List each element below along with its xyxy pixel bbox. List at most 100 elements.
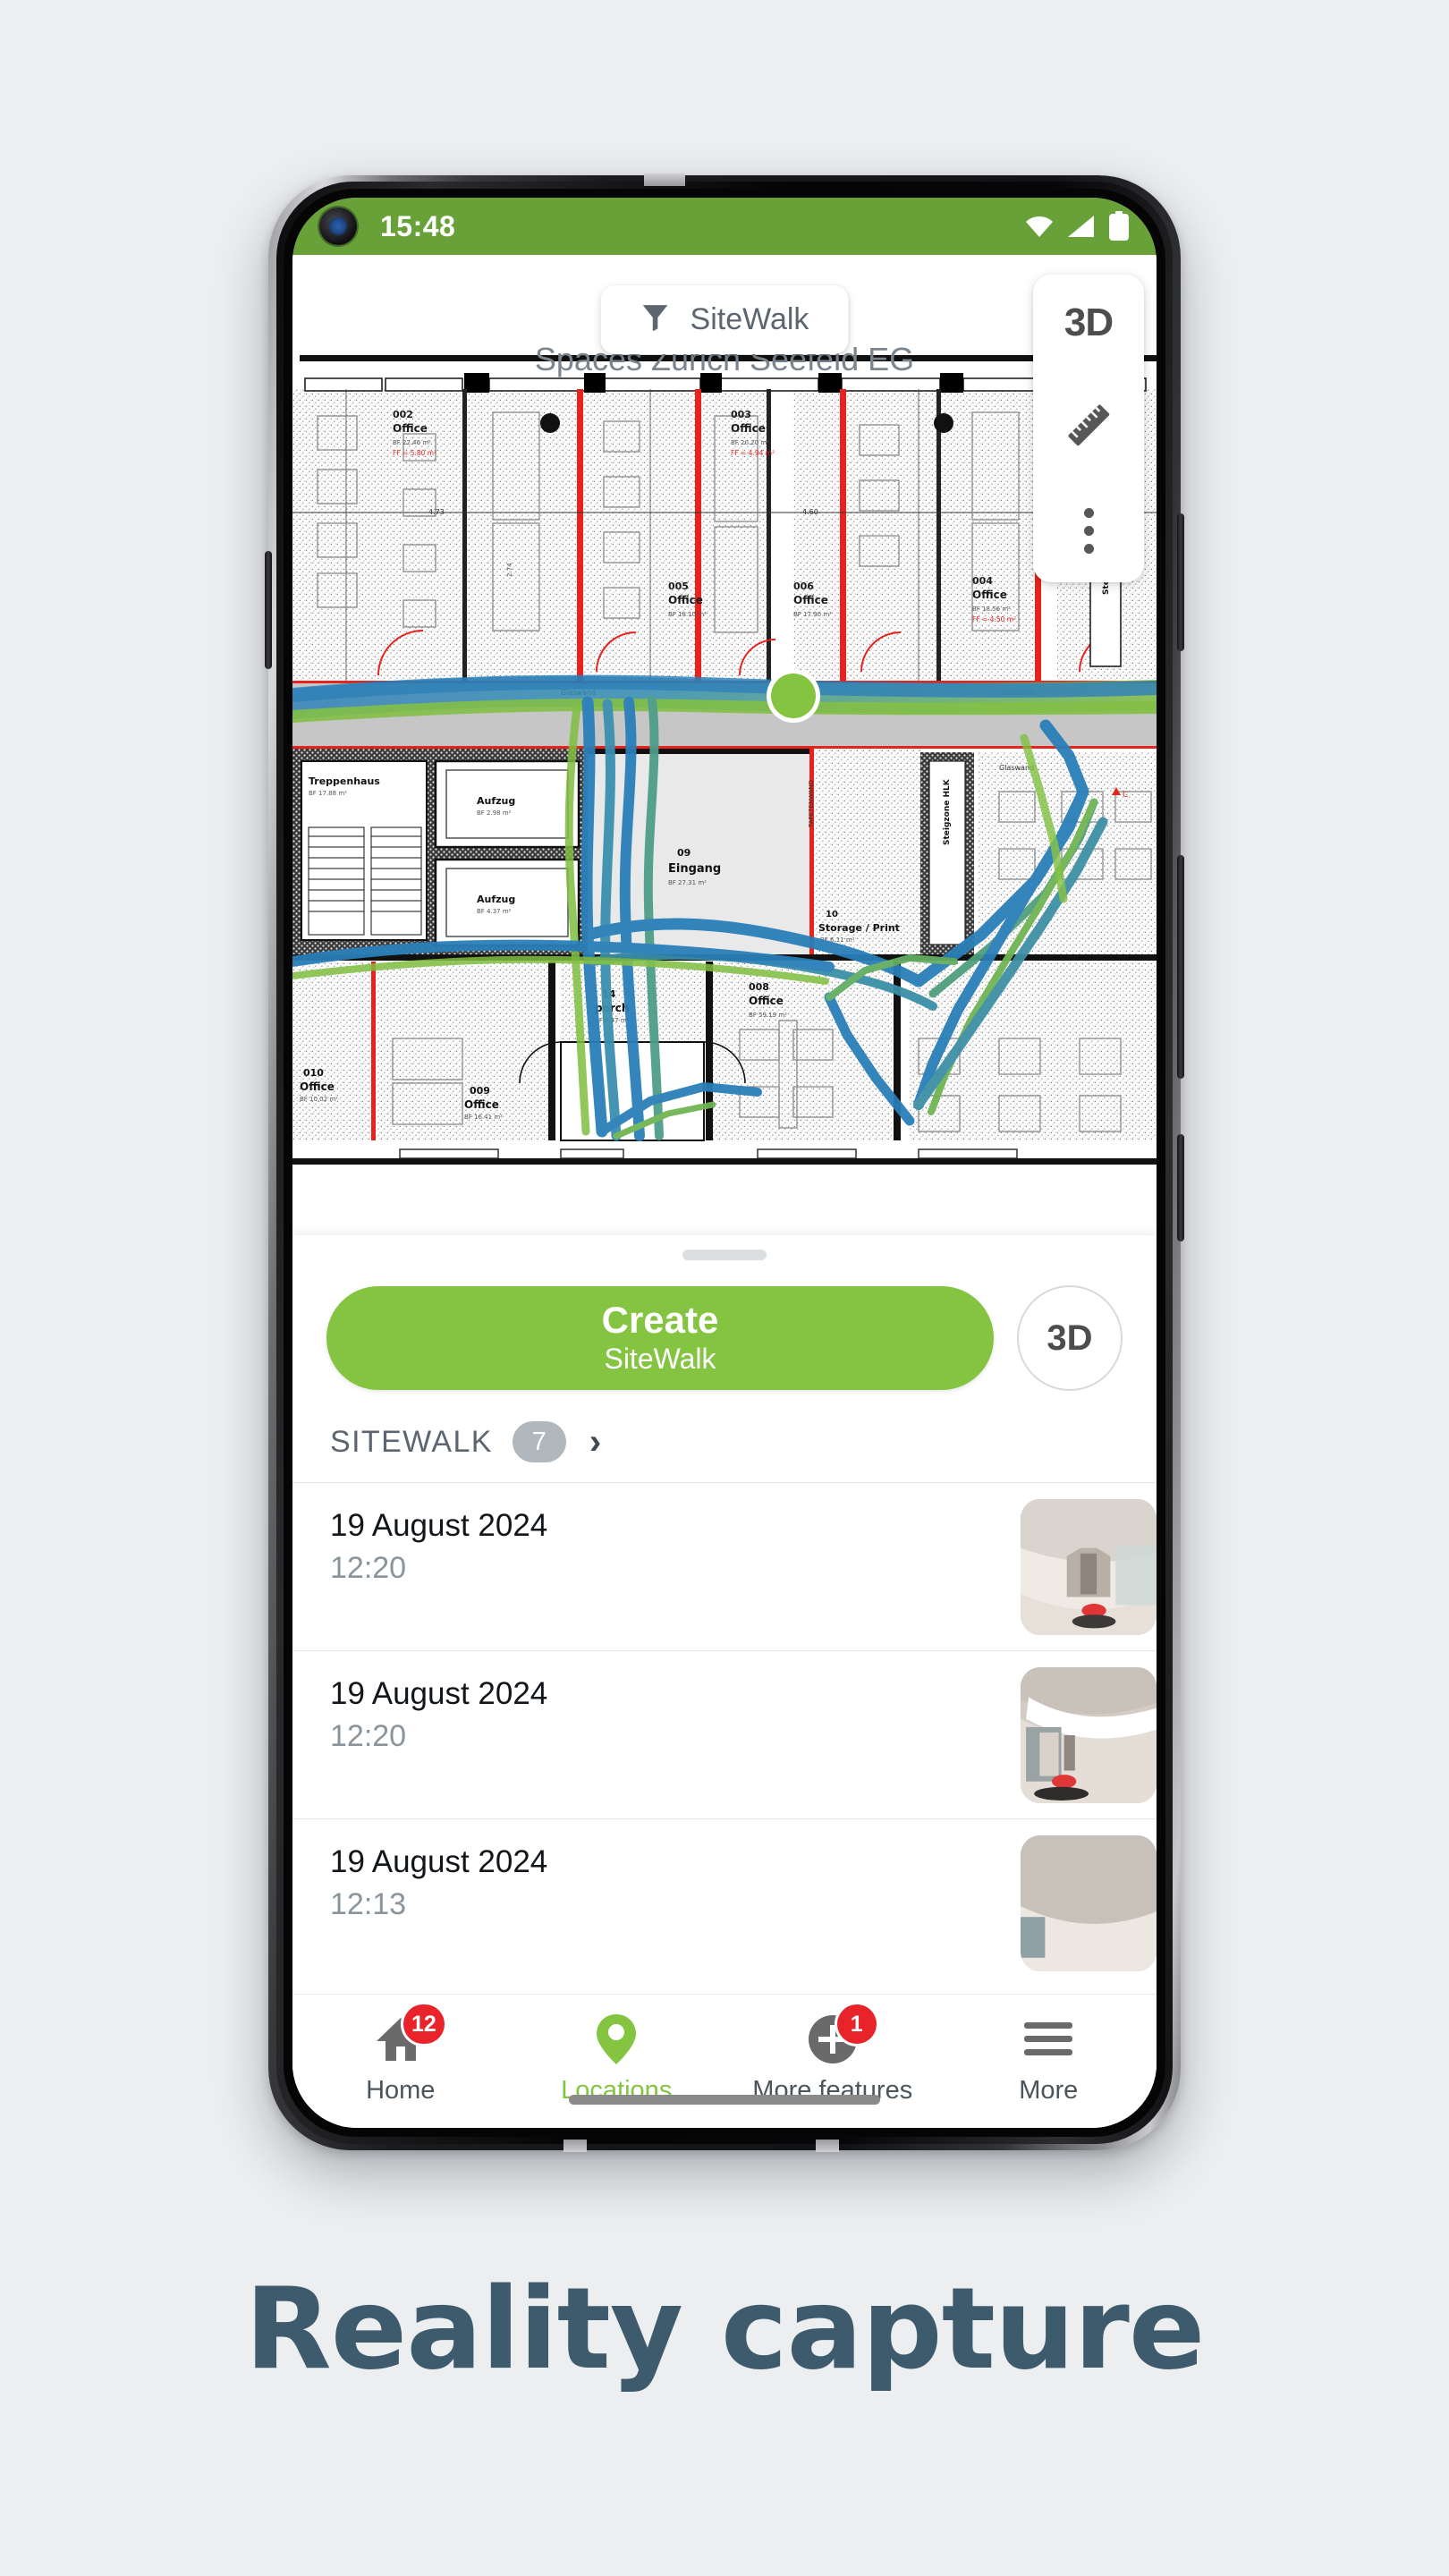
front-camera-icon bbox=[319, 208, 357, 245]
svg-text:Office: Office bbox=[464, 1098, 499, 1111]
map-pin-icon bbox=[583, 2012, 649, 2067]
svg-text:FF = 4.94 m²: FF = 4.94 m² bbox=[731, 449, 775, 457]
antenna-band-top bbox=[644, 174, 685, 186]
create-sitewalk-button[interactable]: Create SiteWalk bbox=[326, 1286, 994, 1390]
bottom-sheet: Create SiteWalk 3D SITEWALK 7 › 19 Augus… bbox=[292, 1235, 1157, 2128]
status-icons bbox=[1024, 211, 1130, 242]
page-caption: Reality capture bbox=[244, 2263, 1206, 2394]
floorplan-map[interactable]: 002 Office BF 22.46 m² FF = 5.80 m² 003 … bbox=[292, 255, 1157, 1235]
section-title: SITEWALK bbox=[330, 1424, 493, 1459]
nav-item-locations[interactable]: Locations bbox=[509, 2012, 725, 2106]
svg-text:BF 59.19 m²: BF 59.19 m² bbox=[749, 1012, 787, 1019]
svg-text:010: 010 bbox=[303, 1067, 324, 1079]
battery-icon bbox=[1108, 211, 1130, 242]
svg-text:Aufzug: Aufzug bbox=[477, 894, 515, 905]
antenna-band-bottom-right bbox=[816, 2140, 839, 2152]
svg-text:BF 16.41 m²: BF 16.41 m² bbox=[464, 1114, 503, 1121]
svg-text:002: 002 bbox=[393, 409, 413, 420]
panorama-thumbnail[interactable] bbox=[1021, 1667, 1157, 1803]
svg-text:TAPETENWAND: TAPETENWAND bbox=[808, 780, 815, 828]
sitewalk-count-badge: 7 bbox=[512, 1421, 566, 1462]
status-bar: 15:48 bbox=[292, 198, 1157, 255]
create-button-subtitle: SiteWalk bbox=[604, 1342, 716, 1375]
svg-text:2.74: 2.74 bbox=[506, 563, 513, 577]
chevron-right-icon[interactable]: › bbox=[589, 1424, 601, 1460]
sitewalk-section-header[interactable]: SITEWALK 7 › bbox=[292, 1421, 1157, 1482]
svg-text:BF 17.90 m²: BF 17.90 m² bbox=[793, 611, 832, 618]
svg-text:Office: Office bbox=[793, 594, 828, 606]
svg-text:BF 2.98 m²: BF 2.98 m² bbox=[477, 809, 512, 817]
svg-text:Office: Office bbox=[972, 589, 1007, 601]
view-3d-button[interactable]: 3D bbox=[1017, 1285, 1123, 1391]
sitewalk-list: 19 August 2024 12:20 19 August 2024 12:2… bbox=[292, 1482, 1157, 1994]
svg-text:003: 003 bbox=[731, 409, 751, 420]
three-dots-icon bbox=[1083, 507, 1094, 554]
panorama-thumbnail[interactable] bbox=[1021, 1499, 1157, 1635]
home-icon: 12 bbox=[368, 2004, 445, 2067]
svg-text:006: 006 bbox=[793, 580, 814, 592]
svg-text:BF 18.10 m²: BF 18.10 m² bbox=[668, 611, 707, 618]
side-button-lower[interactable] bbox=[1177, 1134, 1184, 1241]
ruler-icon bbox=[1061, 397, 1116, 457]
svg-text:FF = 5.80 m²: FF = 5.80 m² bbox=[393, 449, 436, 457]
floorplan-drawing: 002 Office BF 22.46 m² FF = 5.80 m² 003 … bbox=[292, 255, 1157, 1235]
nav-item-home[interactable]: 12 Home bbox=[292, 2004, 509, 2106]
svg-text:4.60: 4.60 bbox=[802, 508, 818, 516]
wifi-icon bbox=[1024, 215, 1055, 238]
list-item[interactable]: 19 August 2024 12:20 bbox=[292, 1482, 1157, 1650]
volume-button[interactable] bbox=[1177, 855, 1184, 1079]
svg-text:BF 27.31 m²: BF 27.31 m² bbox=[668, 879, 707, 886]
measure-tool-button[interactable] bbox=[1047, 394, 1130, 459]
svg-text:BF 10.02 m²: BF 10.02 m² bbox=[300, 1096, 338, 1103]
svg-text:004: 004 bbox=[972, 575, 993, 587]
svg-text:4.73: 4.73 bbox=[428, 508, 445, 516]
svg-text:BF 17.88 m²: BF 17.88 m² bbox=[309, 790, 347, 797]
home-indicator[interactable] bbox=[569, 2095, 880, 2105]
sitewalk-filter-chip[interactable]: SiteWalk bbox=[600, 285, 849, 354]
svg-text:009: 009 bbox=[470, 1085, 490, 1097]
list-item[interactable]: 19 August 2024 12:13 bbox=[292, 1818, 1157, 1987]
home-badge: 12 bbox=[402, 2004, 445, 2044]
more-features-badge: 1 bbox=[836, 2004, 877, 2044]
svg-text:BF 20.20 m²: BF 20.20 m² bbox=[731, 439, 769, 446]
bottom-navigation: 12 Home Locations 1 More features More bbox=[292, 1994, 1157, 2128]
sheet-drag-handle[interactable] bbox=[682, 1250, 767, 1260]
svg-text:Treppenhaus: Treppenhaus bbox=[309, 775, 380, 787]
phone-mockup: 15:48 002 Office BF 22.46 m² FF = 5.80 m… bbox=[265, 174, 1184, 2152]
map-more-options-button[interactable] bbox=[1047, 498, 1130, 563]
svg-text:Office: Office bbox=[749, 995, 784, 1007]
svg-text:008: 008 bbox=[749, 981, 769, 993]
nav-item-more-features[interactable]: 1 More features bbox=[724, 2004, 941, 2106]
create-button-title: Create bbox=[601, 1299, 719, 1342]
nav-label-more: More bbox=[1019, 2076, 1079, 2105]
alert-slider[interactable] bbox=[265, 551, 272, 669]
svg-text:Office: Office bbox=[393, 422, 428, 435]
svg-text:Storage / Print: Storage / Print bbox=[818, 922, 900, 934]
svg-text:Aufzug: Aufzug bbox=[477, 795, 515, 807]
panorama-thumbnail[interactable] bbox=[1021, 1835, 1157, 1971]
svg-text:10: 10 bbox=[826, 910, 838, 919]
plus-circle-icon: 1 bbox=[800, 2004, 877, 2067]
list-item[interactable]: 19 August 2024 12:20 bbox=[292, 1650, 1157, 1818]
hamburger-icon bbox=[1015, 2012, 1081, 2067]
svg-text:Steigzone HLK: Steigzone HLK bbox=[943, 778, 952, 845]
map-tools-panel: 3D bbox=[1033, 275, 1144, 582]
svg-text:Office: Office bbox=[731, 422, 766, 435]
phone-screen: 15:48 002 Office BF 22.46 m² FF = 5.80 m… bbox=[292, 198, 1157, 2128]
map-3d-button[interactable]: 3D bbox=[1047, 291, 1130, 355]
svg-text:Eingang: Eingang bbox=[668, 862, 721, 876]
svg-text:Office: Office bbox=[668, 594, 703, 606]
svg-text:Office: Office bbox=[300, 1080, 335, 1093]
filter-chip-label: SiteWalk bbox=[690, 302, 809, 336]
svg-text:005: 005 bbox=[668, 580, 689, 592]
filter-icon bbox=[640, 301, 671, 338]
svg-text:FF = 4.50 m²: FF = 4.50 m² bbox=[972, 615, 1016, 623]
nav-item-more[interactable]: More bbox=[941, 2012, 1157, 2106]
signal-icon bbox=[1067, 214, 1096, 239]
svg-text:C: C bbox=[1123, 791, 1128, 800]
power-button[interactable] bbox=[1177, 513, 1184, 651]
svg-text:BF 18.56 m²: BF 18.56 m² bbox=[972, 606, 1011, 613]
cta-row: Create SiteWalk 3D bbox=[292, 1260, 1157, 1421]
nav-label-home: Home bbox=[366, 2076, 436, 2105]
svg-text:BF 4.37 m²: BF 4.37 m² bbox=[477, 908, 512, 915]
